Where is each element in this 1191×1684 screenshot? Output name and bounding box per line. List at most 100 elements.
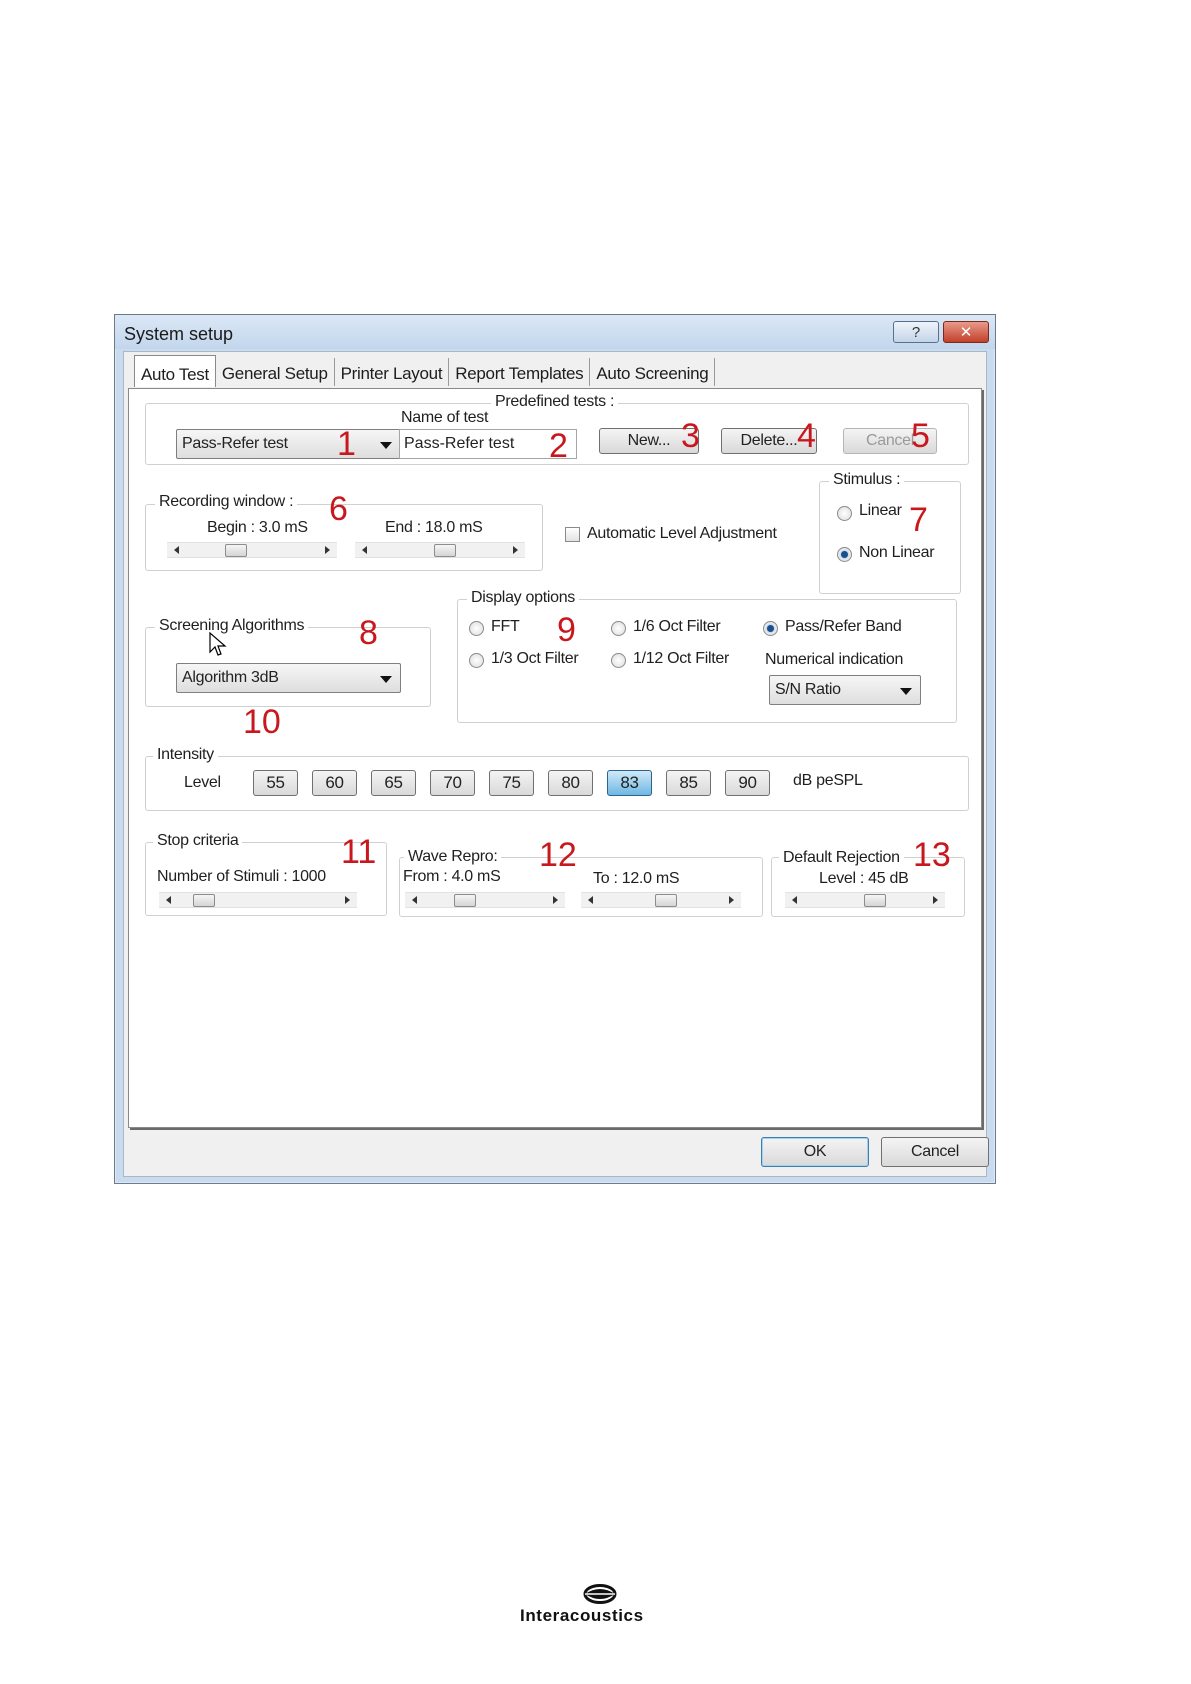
scroll-left-icon[interactable]: [412, 896, 417, 904]
cancel-button[interactable]: Cancel: [881, 1137, 989, 1167]
callout-2: 2: [549, 427, 568, 465]
scroll-right-icon[interactable]: [345, 896, 350, 904]
callout-13: 13: [913, 836, 951, 874]
radio-twelfth-oct[interactable]: [611, 653, 626, 668]
system-setup-window: System setup ? ✕ Auto Test General Setup…: [114, 314, 996, 1184]
wave-repro-to-label: To : 12.0 mS: [593, 870, 680, 887]
level-label: Level: [184, 774, 221, 791]
wave-repro-group: [399, 857, 763, 917]
intensity-label: Intensity: [153, 746, 218, 764]
rejection-level-label: Level : 45 dB: [819, 870, 909, 887]
number-of-stimuli-label: Number of Stimuli : 1000: [157, 868, 326, 885]
stimuli-scrollbar[interactable]: [159, 892, 357, 908]
radio-linear[interactable]: [837, 506, 852, 521]
scroll-thumb[interactable]: [192, 894, 215, 907]
callout-11: 11: [341, 833, 377, 871]
callout-7: 7: [909, 501, 928, 539]
radio-fft-label: FFT: [491, 618, 520, 635]
level-button-55[interactable]: 55: [253, 770, 298, 796]
callout-9: 9: [557, 611, 576, 649]
title-bar[interactable]: System setup ? ✕: [115, 315, 995, 349]
display-options-label: Display options: [467, 589, 580, 607]
level-button-80[interactable]: 80: [548, 770, 593, 796]
tab-printer-layout[interactable]: Printer Layout: [335, 358, 450, 386]
scroll-thumb[interactable]: [454, 894, 477, 907]
begin-scrollbar[interactable]: [167, 542, 337, 558]
scroll-thumb[interactable]: [434, 544, 457, 557]
scroll-left-icon[interactable]: [166, 896, 171, 904]
callout-1: 1: [337, 425, 356, 463]
radio-non-linear[interactable]: [837, 547, 852, 562]
window-title: System setup: [124, 324, 234, 344]
scroll-left-icon[interactable]: [174, 546, 179, 554]
scroll-thumb[interactable]: [863, 894, 886, 907]
level-button-90[interactable]: 90: [725, 770, 770, 796]
tab-report-templates[interactable]: Report Templates: [449, 358, 591, 386]
radio-twelfth-oct-label: 1/12 Oct Filter: [633, 650, 729, 667]
predefined-tests-label: Predefined tests :: [491, 393, 619, 411]
scroll-right-icon[interactable]: [553, 896, 558, 904]
scroll-right-icon[interactable]: [729, 896, 734, 904]
auto-test-page: Predefined tests : Pass-Refer test Name …: [128, 388, 982, 1128]
level-button-70[interactable]: 70: [430, 770, 475, 796]
scroll-right-icon[interactable]: [933, 896, 938, 904]
name-of-test-label: Name of test: [401, 409, 489, 426]
predefined-test-value: Pass-Refer test: [182, 435, 288, 452]
wave-repro-label: Wave Repro:: [404, 848, 502, 866]
radio-third-oct[interactable]: [469, 653, 484, 668]
screening-algorithm-value: Algorithm 3dB: [182, 669, 279, 686]
end-label: End : 18.0 mS: [385, 519, 483, 536]
chevron-down-icon: [380, 442, 392, 449]
callout-12: 12: [539, 836, 577, 874]
stimulus-group: [819, 481, 961, 594]
recording-window-label: Recording window :: [155, 493, 298, 511]
predefined-test-combo[interactable]: Pass-Refer test: [176, 429, 401, 459]
screening-algorithm-combo[interactable]: Algorithm 3dB: [176, 663, 401, 693]
level-button-65[interactable]: 65: [371, 770, 416, 796]
radio-non-linear-label: Non Linear: [859, 544, 935, 561]
scroll-right-icon[interactable]: [513, 546, 518, 554]
rejection-scrollbar[interactable]: [785, 892, 945, 908]
scroll-left-icon[interactable]: [588, 896, 593, 904]
numerical-indication-label: Numerical indication: [765, 651, 904, 668]
level-button-75[interactable]: 75: [489, 770, 534, 796]
screening-label: Screening Algorithms: [155, 617, 309, 635]
chevron-down-icon: [380, 676, 392, 683]
numerical-indication-combo[interactable]: S/N Ratio: [769, 675, 921, 705]
radio-sixth-oct[interactable]: [611, 621, 626, 636]
close-button[interactable]: ✕: [943, 321, 989, 343]
wave-repro-to-scrollbar[interactable]: [581, 892, 741, 908]
radio-fft[interactable]: [469, 621, 484, 636]
level-button-60[interactable]: 60: [312, 770, 357, 796]
end-scrollbar[interactable]: [355, 542, 525, 558]
scroll-right-icon[interactable]: [325, 546, 330, 554]
intensity-unit-label: dB peSPL: [793, 772, 863, 789]
help-button[interactable]: ?: [893, 321, 939, 343]
chevron-down-icon: [900, 688, 912, 695]
scroll-left-icon[interactable]: [362, 546, 367, 554]
auto-level-checkbox[interactable]: [565, 527, 580, 542]
level-button-85[interactable]: 85: [666, 770, 711, 796]
callout-5: 5: [911, 417, 930, 455]
tab-auto-test[interactable]: Auto Test: [134, 355, 216, 387]
level-button-83[interactable]: 83: [607, 770, 652, 796]
tab-auto-screening[interactable]: Auto Screening: [590, 358, 716, 386]
radio-linear-label: Linear: [859, 502, 902, 519]
numerical-indication-value: S/N Ratio: [775, 681, 841, 698]
tab-general-setup[interactable]: General Setup: [216, 358, 335, 386]
wave-repro-from-scrollbar[interactable]: [405, 892, 565, 908]
radio-pass-refer-band[interactable]: [763, 621, 778, 636]
dialog-client: Auto Test General Setup Printer Layout R…: [123, 351, 989, 1177]
begin-label: Begin : 3.0 mS: [207, 519, 308, 536]
callout-4: 4: [797, 417, 816, 455]
callout-8: 8: [359, 614, 378, 652]
ok-button[interactable]: OK: [761, 1137, 869, 1167]
stimulus-label: Stimulus :: [829, 471, 905, 489]
scroll-left-icon[interactable]: [792, 896, 797, 904]
auto-level-label: Automatic Level Adjustment: [587, 525, 777, 542]
radio-sixth-oct-label: 1/6 Oct Filter: [633, 618, 721, 635]
callout-3: 3: [681, 417, 700, 455]
scroll-thumb[interactable]: [224, 544, 247, 557]
scroll-thumb[interactable]: [654, 894, 677, 907]
callout-6: 6: [329, 490, 348, 528]
